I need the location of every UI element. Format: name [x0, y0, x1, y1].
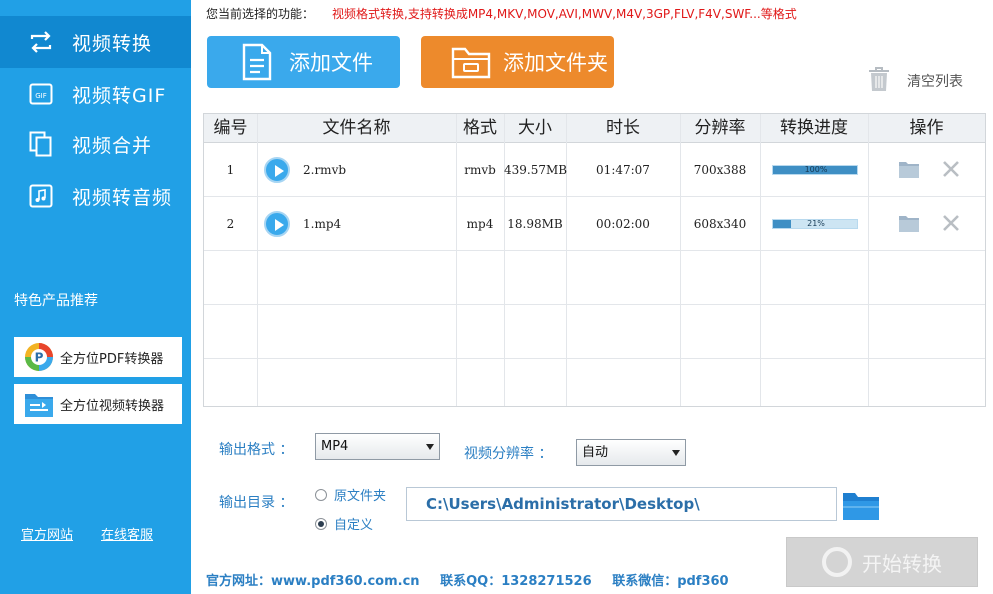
file-icon	[237, 42, 277, 82]
chevron-down-icon	[672, 450, 680, 456]
svg-text:P: P	[35, 351, 44, 365]
start-convert-label: 开始转换	[862, 551, 942, 576]
output-format-value: MP4	[321, 439, 349, 454]
current-function-description: 视频格式转换,支持转换成MP4,MKV,MOV,AVI,MWV,M4V,3GP,…	[332, 7, 797, 21]
sidebar-item-label: 视频转音频	[72, 186, 173, 209]
row-size: 18.98MB	[507, 217, 563, 231]
convert-icon	[28, 29, 54, 55]
footer-wechat: 联系微信：pdf360	[612, 574, 729, 589]
row-index: 1	[226, 163, 235, 177]
output-format-select[interactable]: MP4	[315, 433, 440, 460]
radio-custom-folder[interactable]: 自定义	[315, 514, 373, 533]
add-folder-button[interactable]: 添加文件夹	[421, 36, 614, 88]
footer-qq: 联系QQ：1328271526	[440, 574, 592, 589]
footer-contacts: 官方网址：www.pdf360.com.cn 联系QQ：1328271526 联…	[206, 570, 745, 589]
promo-pdf-converter[interactable]: P 全方位PDF转换器	[14, 337, 182, 377]
header-name: 文件名称	[322, 118, 391, 138]
open-folder-icon[interactable]	[898, 213, 920, 233]
radio-original-folder[interactable]: 原文件夹	[315, 485, 386, 504]
radio-circle-selected	[315, 517, 327, 530]
progress-label: 100%	[804, 165, 828, 174]
header-actions: 操作	[909, 118, 944, 138]
app-window: 视频转换 GIF 视频转GIF 视频合并 视频转音频 特色产品推荐 P 全方位P	[0, 0, 993, 594]
sidebar-item-label: 视频转换	[72, 32, 153, 55]
radio-circle	[315, 488, 327, 501]
header-index: 编号	[213, 118, 248, 138]
output-dir-label: 输出目录 ：	[219, 495, 294, 511]
table-row[interactable]: 1 2.rmvb rmvb 439.57MB 01:47:07 700x388 …	[204, 143, 985, 197]
add-file-button[interactable]: 添加文件	[207, 36, 400, 88]
radio-original-label: 原文件夹	[334, 489, 387, 504]
video-converter-logo-icon	[24, 389, 54, 419]
merge-icon	[28, 131, 54, 157]
trash-icon	[867, 66, 891, 96]
row-resolution: 700x388	[693, 163, 747, 177]
online-support-link[interactable]: 在线客服	[101, 524, 153, 543]
delete-icon[interactable]	[941, 159, 961, 179]
header-size: 大小	[518, 118, 552, 138]
row-file-name: 1.mp4	[303, 217, 342, 231]
svg-text:GIF: GIF	[35, 92, 47, 100]
grid-line	[204, 304, 985, 305]
video-resolution-value: 自动	[582, 445, 609, 460]
promo-video-converter[interactable]: 全方位视频转换器	[14, 384, 182, 424]
row-size: 439.57MB	[504, 163, 568, 177]
row-file-name: 2.rmvb	[303, 163, 347, 177]
file-table: 编号 文件名称 格式 大小 时长 分辨率 转换进度 操作 1 2.rmvb rm…	[203, 113, 986, 407]
row-resolution: 608x340	[693, 217, 747, 231]
row-index: 2	[226, 217, 235, 231]
table-row[interactable]: 2 1.mp4 mp4 18.98MB 00:02:00 608x340 21%	[204, 197, 985, 251]
grid-line	[204, 358, 985, 359]
clear-list-label: 清空列表	[907, 74, 963, 90]
sidebar-item-label: 视频转GIF	[72, 84, 167, 107]
sidebar-item-video-merge[interactable]: 视频合并	[0, 118, 191, 170]
add-folder-label: 添加文件夹	[503, 51, 608, 75]
clear-list-button[interactable]: 清空列表	[867, 66, 963, 96]
row-format: rmvb	[464, 163, 496, 177]
header-resolution: 分辨率	[694, 118, 746, 138]
progress-bar: 100%	[772, 165, 858, 175]
radio-custom-label: 自定义	[334, 518, 374, 533]
header-format: 格式	[463, 118, 497, 138]
footer-site: 官方网址：www.pdf360.com.cn	[206, 574, 420, 589]
row-format: mp4	[466, 217, 494, 231]
current-function-label: 您当前选择的功能：	[206, 7, 315, 21]
video-resolution-select[interactable]: 自动	[576, 439, 686, 466]
sidebar-item-video-to-audio[interactable]: 视频转音频	[0, 170, 191, 222]
output-path-field[interactable]: C:\Users\Administrator\Desktop\	[406, 487, 837, 521]
sidebar-item-video-to-gif[interactable]: GIF 视频转GIF	[0, 68, 191, 120]
open-folder-icon[interactable]	[898, 159, 920, 179]
browse-folder-icon[interactable]	[842, 489, 880, 521]
row-duration: 00:02:00	[596, 217, 650, 231]
row-duration: 01:47:07	[596, 163, 650, 177]
pdf-converter-logo-icon: P	[24, 342, 54, 372]
header-progress: 转换进度	[780, 118, 848, 138]
promo-label: 全方位视频转换器	[60, 398, 165, 414]
output-format-label: 输出格式 ：	[219, 442, 294, 458]
progress-label: 21%	[807, 219, 825, 228]
promo-label: 全方位PDF转换器	[60, 351, 164, 367]
video-resolution-label: 视频分辨率 ：	[464, 446, 553, 462]
delete-icon[interactable]	[941, 213, 961, 233]
refresh-icon	[822, 547, 852, 577]
sidebar: 视频转换 GIF 视频转GIF 视频合并 视频转音频 特色产品推荐 P 全方位P	[0, 0, 191, 594]
play-icon[interactable]	[264, 157, 290, 183]
start-convert-button[interactable]: 开始转换	[786, 537, 978, 587]
gif-icon: GIF	[28, 81, 54, 107]
play-icon[interactable]	[264, 211, 290, 237]
featured-products-title: 特色产品推荐	[14, 293, 98, 309]
header-duration: 时长	[606, 118, 640, 138]
folder-icon	[451, 42, 491, 82]
progress-bar: 21%	[772, 219, 858, 229]
add-file-label: 添加文件	[289, 51, 373, 75]
current-function-line: 您当前选择的功能： 视频格式转换,支持转换成MP4,MKV,MOV,AVI,MWV…	[206, 5, 797, 22]
chevron-down-icon	[426, 444, 434, 450]
official-site-link[interactable]: 官方网站	[21, 524, 73, 543]
music-icon	[28, 183, 54, 209]
sidebar-item-label: 视频合并	[72, 134, 153, 157]
sidebar-item-video-convert[interactable]: 视频转换	[0, 16, 191, 68]
